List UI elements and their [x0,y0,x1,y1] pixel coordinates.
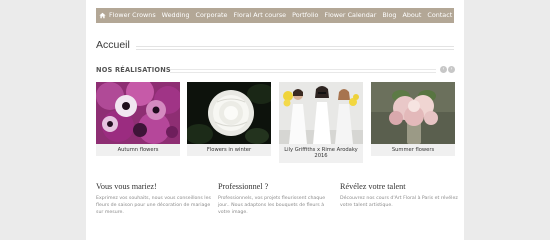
column-text: Découvrez nos cours d'Art Floral à Paris… [340,196,458,208]
portfolio-card-summer[interactable]: Summer flowers [371,82,455,157]
column-heading[interactable]: Révélez votre talent [340,182,458,191]
section-title: NOS RÉALISATIONS [96,66,171,74]
card-image-summer-flowers[interactable] [371,82,455,144]
info-column-talent: Révélez votre talent Découvrez nos cours… [340,182,458,209]
nav-flower-crowns[interactable]: Flower Crowns [106,8,159,23]
info-column-wedding: Vous vous mariez! Exprimez vos souhaits,… [96,182,214,216]
column-text: Exprimez vos souhaits, nous vous conseil… [96,196,211,215]
card-image-autumn-flowers[interactable] [96,82,180,144]
card-caption[interactable]: Autumn flowers [96,144,180,157]
nav-blog[interactable]: Blog [379,8,399,23]
info-column-professional: Professionnel ? Professionnels, vos proj… [218,182,336,216]
carousel-prev-arrow-icon[interactable]: ‹ [440,66,447,73]
carousel-next-arrow-icon[interactable]: › [448,66,455,73]
card-image-flowers-in-winter[interactable] [187,82,271,144]
nav-portfolio[interactable]: Portfolio [289,8,321,23]
nav-floral-art-course[interactable]: Floral Art course [230,8,289,23]
nav-flower-calendar[interactable]: Flower Calendar [321,8,379,23]
home-icon[interactable] [99,8,106,23]
page-title: Accueil [96,39,130,51]
portfolio-card-lily-griffiths[interactable]: Lily Griffiths x Rime Arodaky 2016 [279,82,363,163]
nav-contact[interactable]: Contact [424,8,455,23]
card-image-brides[interactable] [279,82,363,144]
card-caption[interactable]: Summer flowers [371,144,455,157]
column-text: Professionnels, vos projets fleurissent … [218,196,326,215]
main-nav: Flower Crowns Wedding Corporate Floral A… [96,8,454,23]
card-caption[interactable]: Lily Griffiths x Rime Arodaky 2016 [279,144,363,163]
nav-wedding[interactable]: Wedding [159,8,193,23]
portfolio-card-winter[interactable]: Flowers in winter [187,82,271,157]
nav-about[interactable]: About [399,8,424,23]
column-heading[interactable]: Professionnel ? [218,182,336,191]
portfolio-card-autumn[interactable]: Autumn flowers [96,82,180,157]
column-heading[interactable]: Vous vous mariez! [96,182,214,191]
card-caption[interactable]: Flowers in winter [187,144,271,157]
title-divider [136,46,454,50]
nav-corporate[interactable]: Corporate [193,8,231,23]
section-divider [170,69,436,73]
